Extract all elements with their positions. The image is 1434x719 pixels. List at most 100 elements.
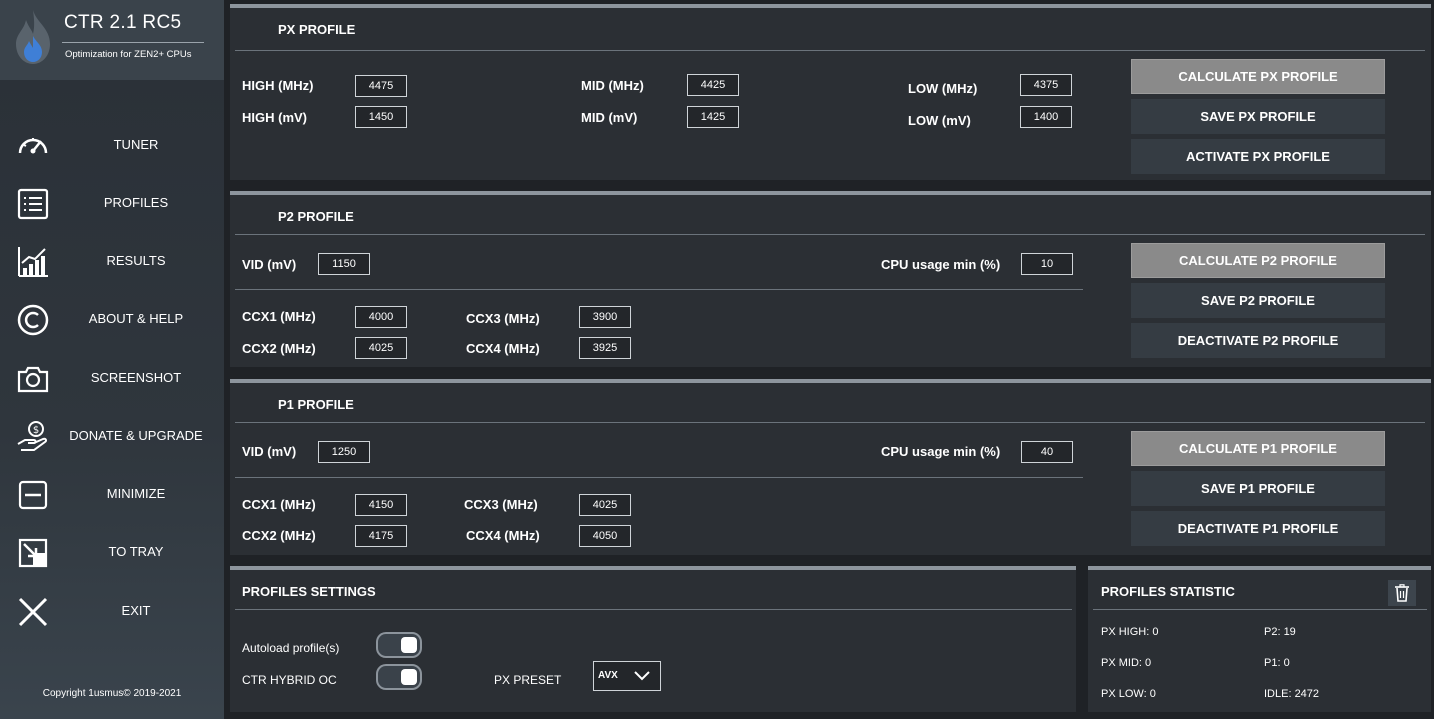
p2-ccx1-label: CCX1 (MHz): [242, 309, 316, 324]
nav-item-donate-upgrade[interactable]: $ DONATE & UPGRADE: [0, 412, 224, 462]
calculate-px-profile-button[interactable]: CALCULATE PX PROFILE: [1131, 59, 1385, 94]
p2-vid-label: VID (mV): [242, 257, 297, 272]
app-title: CTR 2.1 RC5: [64, 12, 182, 33]
stat-px-low: PX LOW: 0: [1101, 688, 1156, 700]
copyright-icon: [17, 304, 49, 336]
close-icon: [18, 597, 48, 627]
speedometer-icon: [18, 138, 48, 154]
stat-p2: P2: 19: [1264, 626, 1296, 638]
nav-label-to-tray: TO TRAY: [108, 544, 164, 559]
px-profile-title: PX PROFILE: [278, 22, 356, 37]
px-high-mhz-input[interactable]: [355, 75, 407, 97]
nav-item-to-tray[interactable]: TO TRAY: [0, 528, 224, 578]
deactivate-p2-profile-button[interactable]: DEACTIVATE P2 PROFILE: [1131, 323, 1385, 358]
p1-profile-panel: P1 PROFILE VID (mV) CPU usage min (%) CC…: [230, 379, 1431, 555]
sidebar: CTR 2.1 RC5 Optimization for ZEN2+ CPUs …: [0, 0, 224, 719]
stat-px-mid: PX MID: 0: [1101, 657, 1152, 669]
divider: [235, 50, 1425, 51]
p2-cpu-usage-label: CPU usage min (%): [881, 257, 1001, 272]
p2-profile-title: P2 PROFILE: [278, 209, 354, 224]
save-p2-profile-button[interactable]: SAVE P2 PROFILE: [1131, 283, 1385, 318]
nav-item-tuner[interactable]: TUNER: [0, 121, 224, 171]
hybrid-oc-label: CTR HYBRID OC: [242, 673, 337, 687]
chevron-down-icon: [634, 671, 650, 681]
p1-cpu-usage-input[interactable]: [1021, 441, 1073, 463]
save-px-profile-button[interactable]: SAVE PX PROFILE: [1131, 99, 1385, 134]
hybrid-oc-toggle[interactable]: [376, 664, 422, 690]
stat-p1: P1: 0: [1264, 657, 1290, 669]
p2-vid-input[interactable]: [318, 253, 370, 275]
p2-ccx3-label: CCX3 (MHz): [466, 311, 540, 326]
px-mid-mv-input[interactable]: [687, 106, 739, 128]
p1-vid-input[interactable]: [318, 441, 370, 463]
save-p1-profile-button[interactable]: SAVE P1 PROFILE: [1131, 471, 1385, 506]
nav-label-donate-upgrade: DONATE & UPGRADE: [69, 428, 203, 443]
px-profile-panel: PX PROFILE HIGH (MHz) HIGH (mV) MID (MHz…: [230, 4, 1431, 180]
nav-item-about-help[interactable]: ABOUT & HELP: [0, 295, 224, 345]
nav-item-screenshot[interactable]: SCREENSHOT: [0, 354, 224, 404]
px-low-mhz-input[interactable]: [1020, 74, 1072, 96]
autoload-toggle[interactable]: [376, 632, 422, 658]
px-low-mv-label: LOW (mV): [908, 113, 971, 128]
p1-ccx1-label: CCX1 (MHz): [242, 497, 316, 512]
px-preset-label: PX PRESET: [494, 673, 562, 687]
p2-ccx1-input[interactable]: [355, 306, 407, 328]
p2-cpu-usage-input[interactable]: [1021, 253, 1073, 275]
nav-label-results: RESULTS: [106, 253, 166, 268]
divider: [235, 289, 1083, 290]
p1-ccx2-input[interactable]: [355, 525, 407, 547]
px-high-mhz-label: HIGH (MHz): [242, 78, 314, 93]
px-mid-mhz-label: MID (MHz): [581, 78, 644, 93]
p1-vid-label: VID (mV): [242, 444, 297, 459]
p1-ccx4-label: CCX4 (MHz): [466, 528, 540, 543]
px-high-mv-input[interactable]: [355, 106, 407, 128]
profiles-statistic-panel: PROFILES STATISTIC PX HIGH: 0 PX MID: 0 …: [1088, 566, 1431, 712]
profiles-settings-panel: PROFILES SETTINGS Autoload profile(s) CT…: [230, 566, 1076, 712]
minimize-icon: [18, 480, 48, 510]
px-mid-mhz-input[interactable]: [687, 74, 739, 96]
p1-ccx3-input[interactable]: [579, 494, 631, 516]
px-preset-select[interactable]: AVX: [593, 661, 661, 691]
nav-label-about-help: ABOUT & HELP: [88, 311, 184, 326]
donate-hand-icon: $: [17, 421, 48, 451]
p2-ccx2-input[interactable]: [355, 337, 407, 359]
list-icon: [17, 188, 49, 220]
title-divider: [62, 42, 204, 43]
nav-label-screenshot: SCREENSHOT: [90, 370, 182, 385]
p1-ccx3-label: CCX3 (MHz): [464, 497, 538, 512]
px-high-mv-label: HIGH (mV): [242, 110, 307, 125]
p2-ccx2-label: CCX2 (MHz): [242, 341, 316, 356]
bar-chart-icon: [18, 247, 48, 277]
profiles-statistic-title: PROFILES STATISTIC: [1101, 584, 1235, 599]
p2-profile-panel: P2 PROFILE VID (mV) CPU usage min (%) CC…: [230, 191, 1431, 367]
profiles-settings-title: PROFILES SETTINGS: [242, 584, 376, 599]
toggle-knob: [401, 637, 417, 653]
deactivate-p1-profile-button[interactable]: DEACTIVATE P1 PROFILE: [1131, 511, 1385, 546]
nav-item-exit[interactable]: EXIT: [0, 587, 224, 637]
divider: [235, 234, 1425, 235]
px-preset-value: AVX: [598, 670, 618, 681]
app-subtitle: Optimization for ZEN2+ CPUs: [65, 49, 192, 60]
svg-text:$: $: [33, 425, 39, 436]
nav-item-minimize[interactable]: MINIMIZE: [0, 470, 224, 520]
p2-ccx4-input[interactable]: [579, 337, 631, 359]
nav-item-results[interactable]: RESULTS: [0, 237, 224, 287]
nav-item-profiles[interactable]: PROFILES: [0, 179, 224, 229]
divider: [235, 477, 1083, 478]
p1-ccx4-input[interactable]: [579, 525, 631, 547]
autoload-label: Autoload profile(s): [242, 641, 340, 655]
nav-label-exit: EXIT: [121, 603, 151, 618]
calculate-p1-profile-button[interactable]: CALCULATE P1 PROFILE: [1131, 431, 1385, 466]
to-tray-icon: [18, 538, 48, 568]
activate-px-profile-button[interactable]: ACTIVATE PX PROFILE: [1131, 139, 1385, 174]
px-low-mv-input[interactable]: [1020, 106, 1072, 128]
p1-ccx1-input[interactable]: [355, 494, 407, 516]
stat-idle: IDLE: 2472: [1264, 688, 1320, 700]
stat-px-high: PX HIGH: 0: [1101, 626, 1159, 638]
nav-label-tuner: TUNER: [113, 137, 159, 152]
p2-ccx4-label: CCX4 (MHz): [466, 341, 540, 356]
clear-statistic-button[interactable]: [1388, 580, 1416, 606]
flame-logo-icon: [16, 10, 50, 64]
calculate-p2-profile-button[interactable]: CALCULATE P2 PROFILE: [1131, 243, 1385, 278]
p2-ccx3-input[interactable]: [579, 306, 631, 328]
